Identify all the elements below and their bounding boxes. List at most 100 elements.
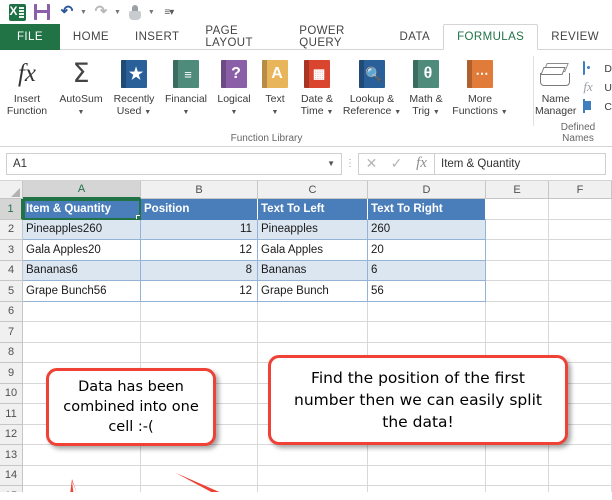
lookup-reference-button[interactable]: 🔍 Lookup & Reference ▼ [341,55,403,119]
tab-page-layout[interactable]: PAGE LAYOUT [192,24,286,50]
insert-function-button[interactable]: fx Insert Function [0,55,54,117]
column-header-a[interactable]: A [23,181,141,199]
cell-C2[interactable]: Pineapples [258,219,368,240]
cell-C14[interactable] [258,465,368,486]
cell-D5[interactable]: 56 [368,281,486,302]
recently-used-button[interactable]: ★ Recently Used ▼ [107,55,161,119]
tab-insert[interactable]: INSERT [122,24,192,50]
row-header-13[interactable]: 13 [0,445,23,466]
column-header-f[interactable]: F [549,181,612,199]
row-header-10[interactable]: 10 [0,383,23,404]
cell-E2[interactable] [486,219,549,240]
cell-C1[interactable]: Text To Left [258,199,368,220]
column-header-d[interactable]: D [368,181,486,199]
cell-B4[interactable]: 8 [141,260,258,281]
column-header-b[interactable]: B [141,181,258,199]
formula-bar-handle[interactable]: ⋮ [342,158,358,169]
define-name-button[interactable]: D [583,61,612,76]
cell-B3[interactable]: 12 [141,240,258,261]
row-header-6[interactable]: 6 [0,301,23,322]
cell-F5[interactable] [549,281,612,302]
cell-F13[interactable] [549,445,612,466]
tab-power-query[interactable]: POWER QUERY [286,24,386,50]
cancel-formula-button[interactable]: ✕ [359,155,384,172]
cell-A4[interactable]: Bananas6 [23,260,141,281]
enter-formula-button[interactable]: ✓ [384,155,409,172]
customize-quick-access-icon[interactable]: ≡▾ [158,2,180,22]
cell-F1[interactable] [549,199,612,220]
cell-D15[interactable] [368,486,486,492]
name-manager-button[interactable]: Name Manager [534,55,577,117]
use-in-formula-button[interactable]: fx U [583,80,612,95]
cell-C4[interactable]: Bananas [258,260,368,281]
row-header-4[interactable]: 4 [0,260,23,281]
row-header-12[interactable]: 12 [0,424,23,445]
cell-A3[interactable]: Gala Apples20 [23,240,141,261]
cell-C7[interactable] [258,322,368,343]
tab-home[interactable]: HOME [60,24,122,50]
cell-B8[interactable] [141,342,258,363]
cell-B7[interactable] [141,322,258,343]
cell-A15[interactable] [23,486,141,492]
cell-A7[interactable] [23,322,141,343]
row-header-5[interactable]: 5 [0,281,23,302]
cell-F3[interactable] [549,240,612,261]
cell-F7[interactable] [549,322,612,343]
cell-F4[interactable] [549,260,612,281]
row-header-8[interactable]: 8 [0,342,23,363]
cell-B1[interactable]: Position [141,199,258,220]
redo-icon[interactable]: ↷ [90,2,112,22]
tab-data[interactable]: DATA [387,24,444,50]
cell-E3[interactable] [486,240,549,261]
create-from-selection-button[interactable]: C [583,99,612,114]
cell-A1[interactable]: Item & Quantity [23,199,141,220]
cell-F6[interactable] [549,301,612,322]
cell-D3[interactable]: 20 [368,240,486,261]
cell-D1[interactable]: Text To Right [368,199,486,220]
cell-D4[interactable]: 6 [368,260,486,281]
formula-input[interactable]: Item & Quantity [435,152,606,175]
select-all-corner[interactable] [0,181,23,199]
cell-F14[interactable] [549,465,612,486]
name-box-dropdown-icon[interactable]: ▼ [327,159,335,168]
cell-C5[interactable]: Grape Bunch [258,281,368,302]
tab-file[interactable]: FILE [0,24,60,50]
undo-dropdown-icon[interactable]: ▼ [80,9,87,16]
autosum-button[interactable]: Σ AutoSum ▼ [55,55,107,119]
cell-D2[interactable]: 260 [368,219,486,240]
cell-E7[interactable] [486,322,549,343]
cell-A14[interactable] [23,465,141,486]
touch-mode-icon[interactable] [124,2,146,22]
cell-B5[interactable]: 12 [141,281,258,302]
cell-F2[interactable] [549,219,612,240]
column-header-c[interactable]: C [258,181,368,199]
cell-E14[interactable] [486,465,549,486]
cell-B13[interactable] [141,445,258,466]
row-header-15[interactable]: 15 [0,486,23,492]
cell-C3[interactable]: Gala Apples [258,240,368,261]
row-header-14[interactable]: 14 [0,465,23,486]
cell-E6[interactable] [486,301,549,322]
cell-E4[interactable] [486,260,549,281]
row-header-11[interactable]: 11 [0,404,23,425]
cell-F15[interactable] [549,486,612,492]
more-functions-button[interactable]: ⋯ More Functions ▼ [449,55,511,119]
name-box[interactable]: A1 ▼ [6,152,342,175]
undo-icon[interactable]: ↶ [56,2,78,22]
cell-D6[interactable] [368,301,486,322]
cell-C13[interactable] [258,445,368,466]
cell-D13[interactable] [368,445,486,466]
insert-function-icon[interactable]: fx [409,155,434,172]
column-header-e[interactable]: E [486,181,549,199]
cell-E13[interactable] [486,445,549,466]
cell-B15[interactable] [141,486,258,492]
cell-A5[interactable]: Grape Bunch56 [23,281,141,302]
cell-A8[interactable] [23,342,141,363]
cell-E15[interactable] [486,486,549,492]
cell-A2[interactable]: Pineapples260 [23,219,141,240]
math-trig-button[interactable]: θ Math & Trig ▼ [403,55,449,119]
cell-D7[interactable] [368,322,486,343]
touch-mode-dropdown-icon[interactable]: ▼ [148,9,155,16]
cell-B2[interactable]: 11 [141,219,258,240]
row-header-2[interactable]: 2 [0,219,23,240]
